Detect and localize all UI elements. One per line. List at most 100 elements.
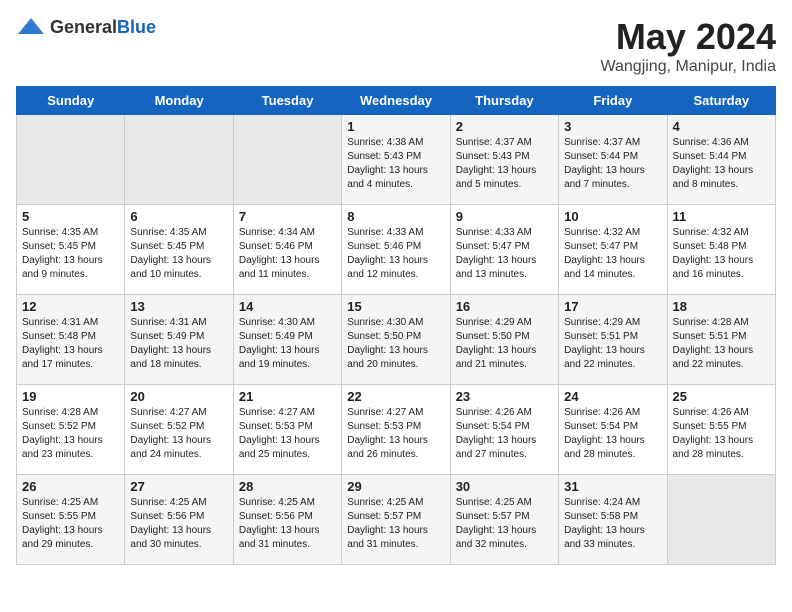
day-number: 14 [239, 299, 336, 314]
day-number: 28 [239, 479, 336, 494]
calendar-cell: 18 Sunrise: 4:28 AMSunset: 5:51 PMDayligh… [667, 295, 775, 385]
weekday-header-saturday: Saturday [667, 87, 775, 115]
cell-content: Sunrise: 4:27 AMSunset: 5:53 PMDaylight:… [239, 407, 320, 460]
day-number: 5 [22, 209, 119, 224]
day-number: 23 [456, 389, 553, 404]
calendar-cell: 23 Sunrise: 4:26 AMSunset: 5:54 PMDayligh… [450, 385, 558, 475]
cell-content: Sunrise: 4:26 AMSunset: 5:54 PMDaylight:… [456, 407, 537, 460]
calendar-cell: 19Sunrise: 4:28 AMSunset: 5:52 PMDayligh… [17, 385, 125, 475]
calendar-cell: 10Sunrise: 4:32 AMSunset: 5:47 PMDayligh… [559, 205, 667, 295]
calendar-cell: 17Sunrise: 4:29 AMSunset: 5:51 PMDayligh… [559, 295, 667, 385]
day-number: 8 [347, 209, 444, 224]
calendar-cell: 26 Sunrise: 4:25 AMSunset: 5:55 PMDayligh… [17, 475, 125, 565]
day-number: 12 [22, 299, 119, 314]
day-number: 22 [347, 389, 444, 404]
cell-content: Sunrise: 4:26 AMSunset: 5:55 PMDaylight:… [673, 407, 754, 460]
calendar-week-row: 12 Sunrise: 4:31 AMSunset: 5:48 PMDayligh… [17, 295, 776, 385]
calendar-week-row: 19Sunrise: 4:28 AMSunset: 5:52 PMDayligh… [17, 385, 776, 475]
calendar-cell: 1 Sunrise: 4:38 AMSunset: 5:43 PMDaylight… [342, 115, 450, 205]
calendar-cell [125, 115, 233, 205]
cell-content: Sunrise: 4:29 AMSunset: 5:50 PMDaylight:… [456, 317, 537, 370]
day-number: 17 [564, 299, 661, 314]
day-number: 27 [130, 479, 227, 494]
weekday-header-friday: Friday [559, 87, 667, 115]
calendar-cell: 24 Sunrise: 4:26 AMSunset: 5:54 PMDayligh… [559, 385, 667, 475]
cell-content: Sunrise: 4:27 AMSunset: 5:53 PMDaylight:… [347, 407, 428, 460]
day-number: 24 [564, 389, 661, 404]
cell-content: Sunrise: 4:31 AMSunset: 5:49 PMDaylight:… [130, 317, 211, 370]
cell-content: Sunrise: 4:28 AMSunset: 5:51 PMDaylight:… [673, 317, 754, 370]
calendar-cell: 29Sunrise: 4:25 AMSunset: 5:57 PMDayligh… [342, 475, 450, 565]
calendar-cell: 22 Sunrise: 4:27 AMSunset: 5:53 PMDayligh… [342, 385, 450, 475]
logo-text: GeneralBlue [50, 17, 156, 38]
day-number: 13 [130, 299, 227, 314]
calendar-cell: 15Sunrise: 4:30 AMSunset: 5:50 PMDayligh… [342, 295, 450, 385]
cell-content: Sunrise: 4:24 AMSunset: 5:58 PMDaylight:… [564, 497, 645, 550]
cell-content: Sunrise: 4:33 AMSunset: 5:46 PMDaylight:… [347, 227, 428, 280]
weekday-header-row: SundayMondayTuesdayWednesdayThursdayFrid… [17, 87, 776, 115]
cell-content: Sunrise: 4:35 AMSunset: 5:45 PMDaylight:… [22, 227, 103, 280]
day-number: 2 [456, 119, 553, 134]
cell-content: Sunrise: 4:37 AMSunset: 5:43 PMDaylight:… [456, 137, 537, 190]
cell-content: Sunrise: 4:25 AMSunset: 5:57 PMDaylight:… [456, 497, 537, 550]
main-title: May 2024 [600, 16, 776, 58]
calendar-cell: 14 Sunrise: 4:30 AMSunset: 5:49 PMDayligh… [233, 295, 341, 385]
cell-content: Sunrise: 4:34 AMSunset: 5:46 PMDaylight:… [239, 227, 320, 280]
day-number: 21 [239, 389, 336, 404]
day-number: 1 [347, 119, 444, 134]
logo-icon [16, 16, 46, 38]
weekday-header-thursday: Thursday [450, 87, 558, 115]
cell-content: Sunrise: 4:25 AMSunset: 5:57 PMDaylight:… [347, 497, 428, 550]
day-number: 11 [673, 209, 770, 224]
weekday-header-sunday: Sunday [17, 87, 125, 115]
calendar-cell: 30Sunrise: 4:25 AMSunset: 5:57 PMDayligh… [450, 475, 558, 565]
day-number: 9 [456, 209, 553, 224]
cell-content: Sunrise: 4:38 AMSunset: 5:43 PMDaylight:… [347, 137, 428, 190]
calendar-cell [17, 115, 125, 205]
cell-content: Sunrise: 4:25 AMSunset: 5:55 PMDaylight:… [22, 497, 103, 550]
logo: GeneralBlue [16, 16, 156, 38]
calendar-cell: 20 Sunrise: 4:27 AMSunset: 5:52 PMDayligh… [125, 385, 233, 475]
title-area: May 2024 Wangjing, Manipur, India [600, 16, 776, 76]
weekday-header-wednesday: Wednesday [342, 87, 450, 115]
day-number: 20 [130, 389, 227, 404]
calendar-table: SundayMondayTuesdayWednesdayThursdayFrid… [16, 86, 776, 565]
cell-content: Sunrise: 4:35 AMSunset: 5:45 PMDaylight:… [130, 227, 211, 280]
calendar-cell: 16 Sunrise: 4:29 AMSunset: 5:50 PMDayligh… [450, 295, 558, 385]
calendar-cell: 31Sunrise: 4:24 AMSunset: 5:58 PMDayligh… [559, 475, 667, 565]
cell-content: Sunrise: 4:25 AMSunset: 5:56 PMDaylight:… [239, 497, 320, 550]
calendar-cell: 9 Sunrise: 4:33 AMSunset: 5:47 PMDaylight… [450, 205, 558, 295]
weekday-header-tuesday: Tuesday [233, 87, 341, 115]
weekday-header-monday: Monday [125, 87, 233, 115]
calendar-cell: 3Sunrise: 4:37 AMSunset: 5:44 PMDaylight… [559, 115, 667, 205]
cell-content: Sunrise: 4:26 AMSunset: 5:54 PMDaylight:… [564, 407, 645, 460]
day-number: 18 [673, 299, 770, 314]
day-number: 16 [456, 299, 553, 314]
calendar-cell: 2 Sunrise: 4:37 AMSunset: 5:43 PMDaylight… [450, 115, 558, 205]
calendar-cell: 12 Sunrise: 4:31 AMSunset: 5:48 PMDayligh… [17, 295, 125, 385]
cell-content: Sunrise: 4:30 AMSunset: 5:49 PMDaylight:… [239, 317, 320, 370]
day-number: 4 [673, 119, 770, 134]
calendar-week-row: 26 Sunrise: 4:25 AMSunset: 5:55 PMDayligh… [17, 475, 776, 565]
calendar-cell: 6 Sunrise: 4:35 AMSunset: 5:45 PMDaylight… [125, 205, 233, 295]
header: GeneralBlue May 2024 Wangjing, Manipur, … [16, 16, 776, 76]
day-number: 6 [130, 209, 227, 224]
calendar-cell: 4 Sunrise: 4:36 AMSunset: 5:44 PMDaylight… [667, 115, 775, 205]
calendar-cell: 5 Sunrise: 4:35 AMSunset: 5:45 PMDaylight… [17, 205, 125, 295]
day-number: 26 [22, 479, 119, 494]
cell-content: Sunrise: 4:33 AMSunset: 5:47 PMDaylight:… [456, 227, 537, 280]
calendar-cell: 13 Sunrise: 4:31 AMSunset: 5:49 PMDayligh… [125, 295, 233, 385]
calendar-cell: 11Sunrise: 4:32 AMSunset: 5:48 PMDayligh… [667, 205, 775, 295]
cell-content: Sunrise: 4:30 AMSunset: 5:50 PMDaylight:… [347, 317, 428, 370]
day-number: 25 [673, 389, 770, 404]
cell-content: Sunrise: 4:25 AMSunset: 5:56 PMDaylight:… [130, 497, 211, 550]
cell-content: Sunrise: 4:36 AMSunset: 5:44 PMDaylight:… [673, 137, 754, 190]
cell-content: Sunrise: 4:28 AMSunset: 5:52 PMDaylight:… [22, 407, 103, 460]
cell-content: Sunrise: 4:31 AMSunset: 5:48 PMDaylight:… [22, 317, 103, 370]
cell-content: Sunrise: 4:27 AMSunset: 5:52 PMDaylight:… [130, 407, 211, 460]
sub-title: Wangjing, Manipur, India [600, 58, 776, 76]
day-number: 3 [564, 119, 661, 134]
day-number: 10 [564, 209, 661, 224]
calendar-cell: 21 Sunrise: 4:27 AMSunset: 5:53 PMDayligh… [233, 385, 341, 475]
calendar-cell [667, 475, 775, 565]
